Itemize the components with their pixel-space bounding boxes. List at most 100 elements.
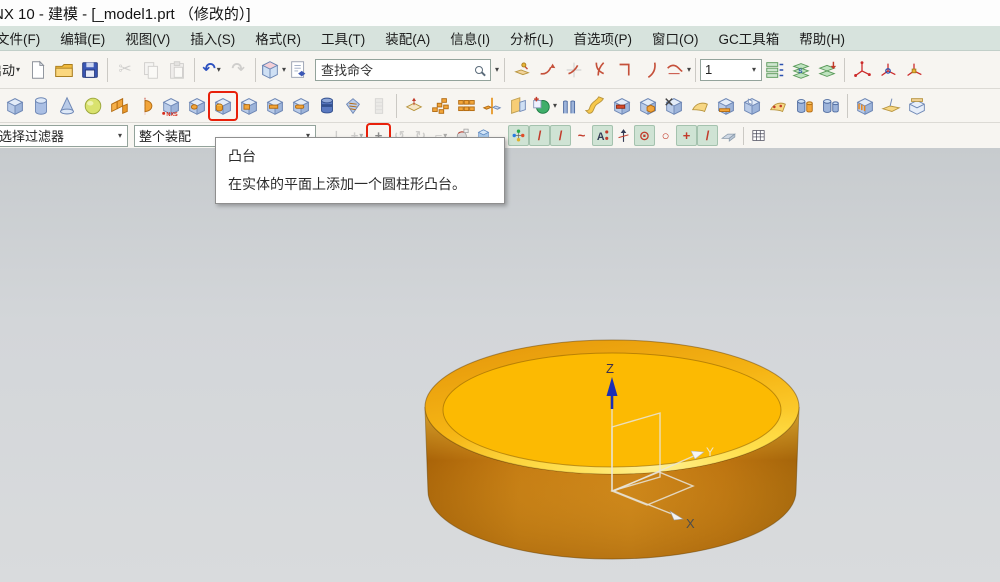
snap-point-toggle-icon[interactable] bbox=[508, 125, 529, 146]
menu-item-13[interactable]: 帮助(H) bbox=[789, 25, 855, 51]
menu-item-11[interactable]: 窗口(O) bbox=[642, 25, 709, 51]
selection-filter-combo[interactable]: 选择过滤器 ▾ bbox=[0, 125, 128, 147]
pattern-feature-icon[interactable] bbox=[427, 93, 453, 119]
shell-icon[interactable] bbox=[852, 93, 878, 119]
boss-tooltip: 凸台 在实体的平面上添加一个圆柱形凸台。 bbox=[215, 137, 505, 204]
grid-icon[interactable] bbox=[748, 125, 769, 146]
point-dialog-icon[interactable] bbox=[875, 57, 901, 83]
groove-icon[interactable] bbox=[314, 93, 340, 119]
cone-icon[interactable] bbox=[54, 93, 80, 119]
view-orientation-button[interactable]: ▾ bbox=[260, 57, 286, 83]
arc-center-snap-icon[interactable]: ⊙ bbox=[634, 125, 655, 146]
boolean-icon[interactable]: ▾ bbox=[531, 93, 557, 119]
hole-icon[interactable] bbox=[184, 93, 210, 119]
pole-snap-icon[interactable] bbox=[613, 125, 634, 146]
thread-icon[interactable] bbox=[340, 93, 366, 119]
mirror-geometry-icon[interactable] bbox=[505, 93, 531, 119]
mid-point-snap-icon[interactable]: / bbox=[550, 125, 571, 146]
layer-settings-icon[interactable] bbox=[762, 57, 788, 83]
csys-dialog-icon[interactable] bbox=[901, 57, 927, 83]
boss-icon[interactable] bbox=[210, 93, 236, 119]
offset-face-icon[interactable] bbox=[791, 93, 817, 119]
sheet-body-icon[interactable] bbox=[687, 93, 713, 119]
existing-point-snap-icon-graphic: + bbox=[683, 129, 691, 142]
draft-icon[interactable] bbox=[878, 93, 904, 119]
toolbar-separator bbox=[743, 127, 744, 145]
curve-tool-icon-6[interactable] bbox=[639, 57, 665, 83]
scale-body-icon[interactable] bbox=[817, 93, 843, 119]
layer-visible-in-view-icon[interactable]: S bbox=[788, 57, 814, 83]
curve-tool-icon-5[interactable] bbox=[613, 57, 639, 83]
menu-item-6[interactable]: 工具(T) bbox=[311, 25, 375, 51]
sew-icon[interactable] bbox=[904, 93, 930, 119]
chevron-down-icon[interactable]: ▾ bbox=[495, 65, 499, 74]
menu-item-10[interactable]: 首选项(P) bbox=[564, 25, 643, 51]
tooltip-description: 在实体的平面上添加一个圆柱形凸台。 bbox=[228, 174, 494, 194]
swept-icon[interactable] bbox=[583, 93, 609, 119]
menu-item-12[interactable]: GC工具箱 bbox=[709, 25, 790, 51]
menu-item-1[interactable]: 文件(F) bbox=[0, 25, 50, 51]
cylinder-icon[interactable] bbox=[28, 93, 54, 119]
curve-tool-icon-2[interactable] bbox=[535, 57, 561, 83]
subtract-icon[interactable] bbox=[635, 93, 661, 119]
command-finder-input[interactable]: 查找命令 bbox=[321, 60, 475, 79]
datum-plane-icon[interactable] bbox=[401, 93, 427, 119]
split-body-icon[interactable] bbox=[765, 93, 791, 119]
graphics-window[interactable]: Z X Y bbox=[0, 148, 1000, 582]
menu-item-5[interactable]: 格式(R) bbox=[245, 25, 311, 51]
redo-button[interactable]: ↷ bbox=[225, 57, 251, 83]
trim-body-icon-graphic bbox=[741, 95, 763, 117]
snap-point-group: //~A⊙○+/ bbox=[508, 125, 769, 146]
work-layer-combo[interactable]: 1 ▾ bbox=[700, 59, 762, 81]
menu-item-3[interactable]: 视图(V) bbox=[115, 25, 180, 51]
datum-csys-icon[interactable] bbox=[849, 57, 875, 83]
menu-item-9[interactable]: 分析(L) bbox=[500, 25, 564, 51]
nx-sketch-icon[interactable]: NXS bbox=[158, 93, 184, 119]
menu-item-7[interactable]: 装配(A) bbox=[375, 25, 440, 51]
curve-tool-icon-3[interactable] bbox=[561, 57, 587, 83]
menu-item-8[interactable]: 信息(I) bbox=[440, 25, 500, 51]
point-on-line-snap-icon[interactable]: / bbox=[697, 125, 718, 146]
pattern-geometry-icon[interactable] bbox=[453, 93, 479, 119]
pad-icon[interactable] bbox=[262, 93, 288, 119]
block-icon[interactable] bbox=[2, 93, 28, 119]
through-curves-icon[interactable] bbox=[557, 93, 583, 119]
point-on-face-snap-icon[interactable] bbox=[718, 125, 739, 146]
mirror-feature-icon-graphic bbox=[481, 95, 503, 117]
menu-item-2[interactable]: 编辑(E) bbox=[50, 25, 115, 51]
curve-tool-icon-7[interactable]: ▾ bbox=[665, 57, 691, 83]
curve-tool-icon-1[interactable] bbox=[509, 57, 535, 83]
point-on-curve-snap-icon[interactable]: ~ bbox=[571, 125, 592, 146]
cut-button[interactable]: ✂ bbox=[112, 57, 138, 83]
sphere-icon[interactable] bbox=[80, 93, 106, 119]
copy-button[interactable] bbox=[138, 57, 164, 83]
save-button[interactable] bbox=[77, 57, 103, 83]
quadrant-snap-icon[interactable]: ○ bbox=[655, 125, 676, 146]
start-button[interactable]: 启动 ▾ bbox=[0, 58, 25, 81]
part-properties-button[interactable] bbox=[286, 57, 312, 83]
paste-button[interactable] bbox=[164, 57, 190, 83]
command-finder[interactable]: 查找命令 bbox=[315, 59, 491, 81]
end-point-snap-icon[interactable]: / bbox=[529, 125, 550, 146]
unite-icon[interactable] bbox=[609, 93, 635, 119]
undo-button[interactable]: ↶▾ bbox=[199, 57, 225, 83]
intersection-snap-icon[interactable]: A bbox=[592, 125, 613, 146]
curve-tool-icon-4[interactable] bbox=[587, 57, 613, 83]
csys-dialog-icon-graphic bbox=[903, 59, 925, 81]
revolve-icon[interactable] bbox=[132, 93, 158, 119]
trim-body-icon[interactable] bbox=[739, 93, 765, 119]
thicken-icon[interactable] bbox=[713, 93, 739, 119]
move-to-layer-icon[interactable] bbox=[814, 57, 840, 83]
search-icon bbox=[475, 66, 483, 74]
curve-tool-icon-7-graphic bbox=[664, 59, 686, 81]
pocket-icon[interactable] bbox=[236, 93, 262, 119]
menu-item-4[interactable]: 插入(S) bbox=[180, 25, 245, 51]
existing-point-snap-icon[interactable]: + bbox=[676, 125, 697, 146]
slot-icon[interactable] bbox=[288, 93, 314, 119]
new-file-button[interactable] bbox=[25, 57, 51, 83]
extrude-icon[interactable] bbox=[106, 93, 132, 119]
mirror-feature-icon[interactable] bbox=[479, 93, 505, 119]
disabled-feature-icon[interactable] bbox=[366, 93, 392, 119]
open-button[interactable] bbox=[51, 57, 77, 83]
intersect-icon[interactable] bbox=[661, 93, 687, 119]
